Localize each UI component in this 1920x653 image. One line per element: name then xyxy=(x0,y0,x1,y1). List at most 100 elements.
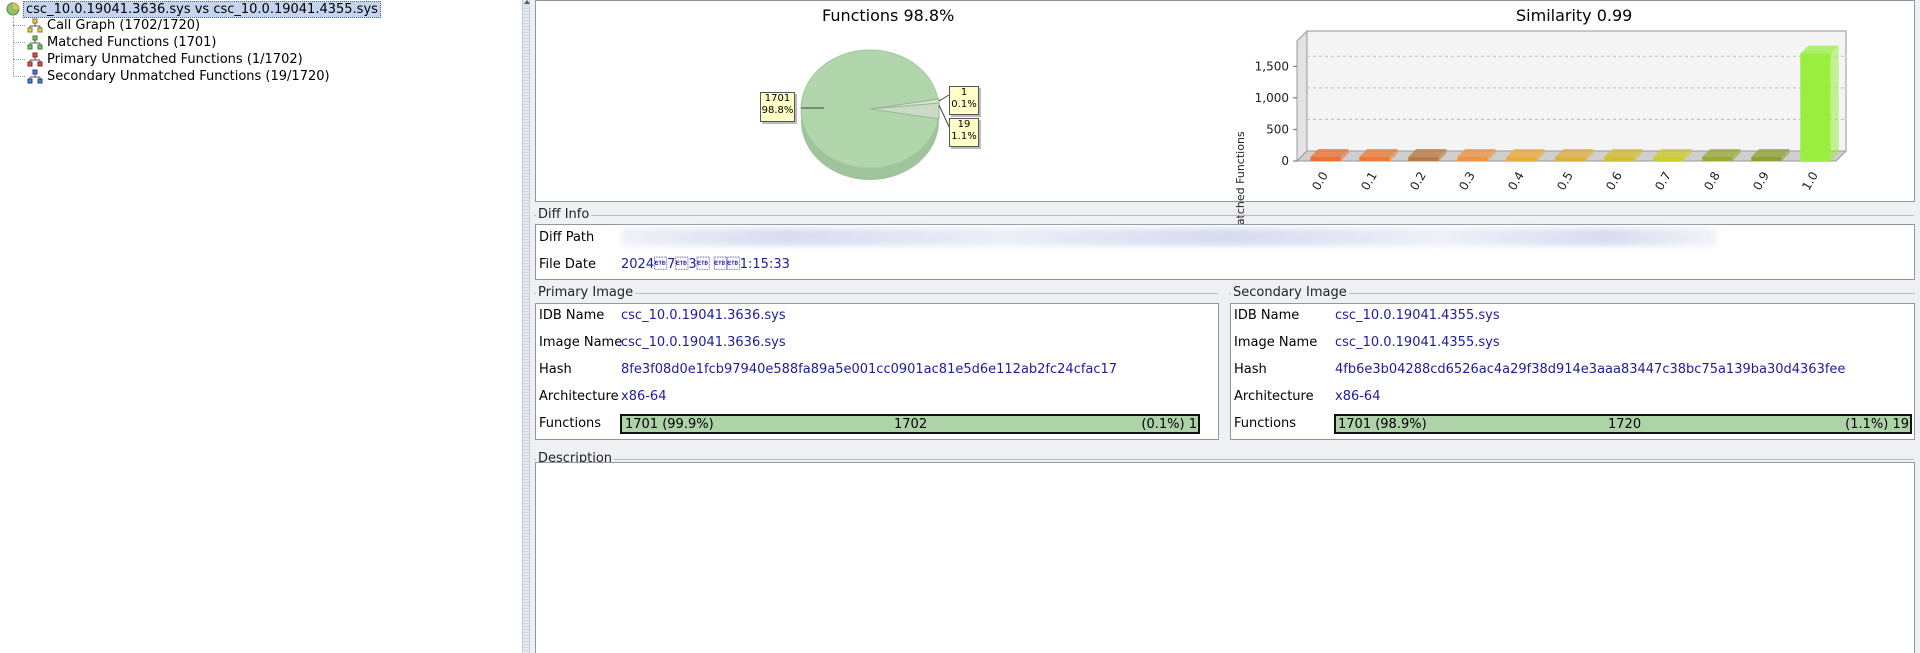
x-tick-label: 0.7 xyxy=(1652,169,1674,193)
primary-idb-value: csc_10.0.19041.3636.sys xyxy=(621,308,786,323)
bar-0.4 xyxy=(1506,157,1537,161)
primary-idb-label: IDB Name xyxy=(539,308,605,323)
overview-panel: Functions 98.8% 1701 98.8% 1 0.1% 19 1.1… xyxy=(530,0,1920,653)
secondary-functions-bar: 1701 (98.9%) 1720 (1.1%) 19 xyxy=(1334,414,1912,434)
pie-callout-primary-unmatched: 1 0.1% xyxy=(949,86,979,115)
call-graph-icon xyxy=(27,18,43,32)
tree-item-primary-unmatched[interactable]: Primary Unmatched Functions (1/1702) xyxy=(27,51,303,68)
x-tick-label: 0.4 xyxy=(1505,169,1527,193)
description-text-area[interactable] xyxy=(535,462,1915,653)
primary-functions-unmatched: (0.1%) 1 xyxy=(1141,417,1197,432)
primary-functions-total: 1702 xyxy=(894,417,928,432)
tree-connector xyxy=(13,76,25,77)
x-tick-label: 0.2 xyxy=(1407,169,1429,193)
pie-leader-line xyxy=(938,94,950,102)
primary-functions-bar: 1701 (99.9%) 1702 (0.1%) 1 xyxy=(620,414,1200,434)
tree-item-call-graph[interactable]: Call Graph (1702/1720) xyxy=(27,17,200,34)
tree-item-secondary-unmatched[interactable]: Secondary Unmatched Functions (19/1720) xyxy=(27,68,330,85)
x-tick-label: 0.6 xyxy=(1603,169,1625,193)
primary-unmatched-icon xyxy=(27,52,43,66)
tree-item-label: Call Graph (1702/1720) xyxy=(47,18,201,33)
diff-info-title: Diff Info xyxy=(536,207,592,222)
charts-panel: Functions 98.8% 1701 98.8% 1 0.1% 19 1.1… xyxy=(535,0,1915,235)
secondary-image-box: IDB Name csc_10.0.19041.4355.sys Image N… xyxy=(1230,303,1915,440)
bar-0.1 xyxy=(1359,157,1390,161)
secondary-architecture-value: x86-64 xyxy=(1335,389,1381,404)
tree-root-node[interactable]: csc_10.0.19041.3636.sys vs csc_10.0.1904… xyxy=(6,0,381,18)
group-separator xyxy=(534,215,1914,216)
secondary-image-name-label: Image Name xyxy=(1234,335,1318,350)
primary-image-title: Primary Image xyxy=(536,285,636,300)
y-tick-label: 1,500 xyxy=(1255,59,1289,73)
secondary-unmatched-icon xyxy=(27,69,43,83)
bar-1.0 xyxy=(1800,53,1831,161)
bar-side-1.0 xyxy=(1830,45,1839,161)
diff-root-icon xyxy=(6,2,20,16)
pie-callout-pct: 0.1% xyxy=(951,99,977,110)
plot-side-wall xyxy=(1296,29,1308,163)
primary-hash-value: 8fe3f08d0e1fcb97940e588fa89a5e001cc0901a… xyxy=(621,362,1118,377)
bar-0.6 xyxy=(1604,157,1635,161)
diff-info-box: Diff Path File Date 202473 1:15:33 xyxy=(535,224,1915,280)
x-tick-label: 0.9 xyxy=(1750,169,1772,193)
pie-callout-matched: 1701 98.8% xyxy=(760,92,795,122)
split-pane-divider[interactable] xyxy=(522,0,530,653)
x-tick-label: 0.1 xyxy=(1358,169,1380,193)
bar-chart-title: Similarity 0.99 xyxy=(1516,6,1633,25)
secondary-idb-label: IDB Name xyxy=(1234,308,1300,323)
tree-root-label[interactable]: csc_10.0.19041.3636.sys vs csc_10.0.1904… xyxy=(23,0,381,18)
group-separator xyxy=(534,459,1914,460)
secondary-functions-matched: 1701 (98.9%) xyxy=(1338,417,1427,432)
pie-callout-secondary-unmatched: 19 1.1% xyxy=(949,118,979,147)
diff-path-value-redacted xyxy=(621,228,1716,246)
primary-architecture-label: Architecture xyxy=(539,389,619,404)
secondary-functions-total: 1720 xyxy=(1608,417,1642,432)
y-tick-label: 500 xyxy=(1266,122,1289,136)
x-tick-label: 0.8 xyxy=(1701,169,1723,193)
secondary-idb-value: csc_10.0.19041.4355.sys xyxy=(1335,308,1500,323)
matched-functions-icon xyxy=(27,35,43,49)
secondary-functions-unmatched: (1.1%) 19 xyxy=(1845,417,1909,432)
tree-connector xyxy=(13,17,14,77)
bar-0.2 xyxy=(1408,157,1439,161)
secondary-functions-label: Functions xyxy=(1234,416,1297,431)
x-tick-label: 1.0 xyxy=(1799,169,1821,193)
primary-hash-label: Hash xyxy=(539,362,572,377)
tree-item-matched-functions[interactable]: Matched Functions (1701) xyxy=(27,34,216,51)
bar-0.9 xyxy=(1751,157,1782,161)
pie-chart-title: Functions 98.8% xyxy=(822,6,955,25)
primary-image-name-value: csc_10.0.19041.3636.sys xyxy=(621,335,786,350)
pie-callout-count: 19 xyxy=(957,119,971,130)
x-tick-label: 0.0 xyxy=(1309,169,1331,193)
primary-image-box: IDB Name csc_10.0.19041.3636.sys Image N… xyxy=(535,303,1219,440)
primary-functions-label: Functions xyxy=(539,416,602,431)
plot-back-wall xyxy=(1306,30,1847,152)
similarity-bar-chart: 0 500 1,000 1,500 0.0 0.1 0.2 0.3 0.4 0.5 0.6 0.7 0.… xyxy=(1255,29,1848,193)
secondary-hash-label: Hash xyxy=(1234,362,1267,377)
secondary-hash-value: 4fb6e3b04288cd6526ac4a29f38d914e3aaa8344… xyxy=(1335,362,1846,377)
secondary-architecture-label: Architecture xyxy=(1234,389,1314,404)
bar-0.3 xyxy=(1457,157,1488,161)
bar-0.8 xyxy=(1702,157,1733,161)
bar-0.0 xyxy=(1310,157,1341,161)
tree-connector xyxy=(13,42,25,43)
file-date-value: 202473 1:15:33 xyxy=(621,257,790,272)
primary-architecture-value: x86-64 xyxy=(621,389,667,404)
primary-functions-matched: 1701 (99.9%) xyxy=(625,417,714,432)
group-separator xyxy=(534,293,1218,294)
bar-0.7 xyxy=(1653,157,1684,161)
project-tree[interactable]: csc_10.0.19041.3636.sys vs csc_10.0.1904… xyxy=(0,0,522,653)
pie-callout-count: 1701 xyxy=(764,93,791,104)
diff-path-label: Diff Path xyxy=(539,230,595,245)
tree-item-label: Matched Functions (1701) xyxy=(47,35,217,50)
y-tick-label: 1,000 xyxy=(1255,91,1289,105)
primary-image-name-label: Image Name xyxy=(539,335,623,350)
secondary-image-name-value: csc_10.0.19041.4355.sys xyxy=(1335,335,1500,350)
x-tick-label: 0.5 xyxy=(1554,169,1576,193)
tree-connector xyxy=(13,59,25,60)
bar-0.5 xyxy=(1555,157,1586,161)
pie-callout-pct: 1.1% xyxy=(951,131,977,142)
secondary-image-title: Secondary Image xyxy=(1231,285,1349,300)
y-tick-label: 0 xyxy=(1281,154,1289,168)
pie-callout-count: 1 xyxy=(960,87,968,98)
